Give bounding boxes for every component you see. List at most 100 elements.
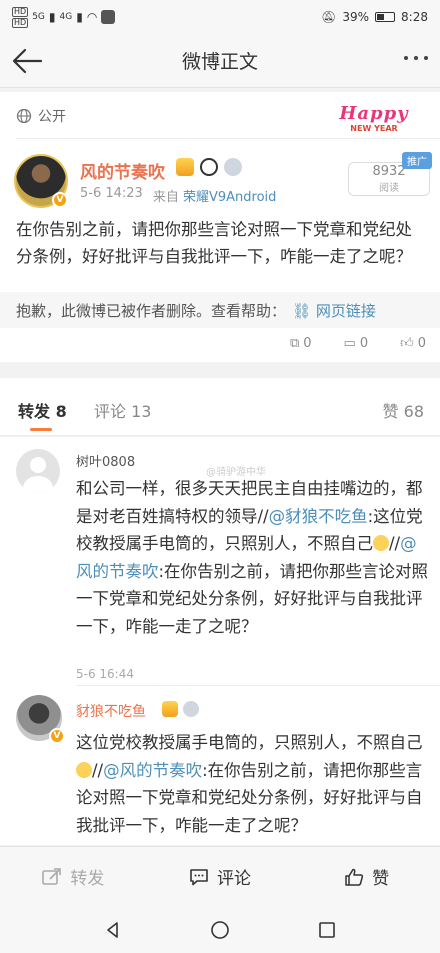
system-navigation-bar	[0, 906, 440, 953]
dot-icon	[404, 56, 408, 60]
mini-comment-count: 0	[359, 336, 369, 351]
thumbs-up-icon	[345, 868, 364, 886]
globe-icon	[16, 108, 32, 124]
panda-badge-icon[interactable]	[200, 158, 218, 176]
original-post-actions: ⧉ 0 ▭ 0 👍︎ 0	[290, 336, 426, 351]
emoji-icon	[76, 761, 92, 778]
nav-home-icon[interactable]	[210, 920, 230, 940]
page-title: 微博正文	[181, 51, 258, 73]
status-bar: HD HD 5G ▮ 4G ▮ ◠ 🔕︎ 39% 8:28	[0, 0, 440, 34]
deleted-notice: 抱歉，此微博已被作者删除。查看帮助： ⛓︎ 网页链接	[0, 292, 440, 328]
user-badges	[162, 701, 199, 717]
repost-text: 和公司一样，很多天天把民主自由挂嘴边的，都是对老百姓搞特权的领导//@豺狼不吃鱼…	[76, 475, 430, 640]
author-badges	[176, 158, 242, 176]
crown-badge-icon[interactable]	[162, 701, 178, 717]
deleted-notice-text: 抱歉，此微博已被作者删除。查看帮助：	[16, 301, 287, 320]
tab-repost[interactable]: 转发 8	[18, 398, 67, 422]
link-icon: ⛓︎	[292, 301, 312, 320]
tab-comment[interactable]: 评论 13	[94, 398, 151, 422]
signal-icon: ▮	[48, 10, 56, 24]
comment-button-label: 评论	[217, 869, 251, 889]
post-meta: 5-6 14:23 来自 荣耀V9Android	[80, 186, 276, 205]
mention-link[interactable]: @豺狼不吃鱼	[269, 507, 368, 526]
interaction-tabs: 转发 8 评论 13 赞 68	[0, 378, 440, 436]
comment-button[interactable]: 评论	[147, 847, 294, 906]
visibility-label: 公开	[38, 109, 66, 125]
carrier-tags: HD HD	[12, 6, 29, 28]
mini-repost-count: 0	[303, 336, 312, 351]
back-arrow-icon	[12, 48, 43, 74]
mini-comment[interactable]: ▭ 0	[344, 336, 369, 351]
repost-list: 树叶0808 @骑驴游中华 和公司一样，很多天天把民主自由挂嘴边的，都是对老百姓…	[0, 437, 440, 845]
repost-user-name[interactable]: 树叶0808	[76, 451, 135, 470]
nav-recents-icon[interactable]	[317, 920, 337, 940]
emoji-icon	[373, 535, 389, 551]
bottom-action-bar: 转发 评论 赞	[0, 846, 440, 906]
happy-new-year-banner: Happy NEW YEAR	[339, 98, 409, 138]
signal-icon-2: ▮	[76, 10, 83, 24]
repost-icon	[42, 867, 62, 885]
dot-icon	[414, 56, 418, 60]
app-notification-icon	[101, 10, 116, 24]
medal-badge-icon[interactable]	[183, 701, 199, 717]
promote-button[interactable]: 推广	[402, 152, 432, 169]
tab-like[interactable]: 赞 68	[383, 398, 424, 422]
repost-icon: ⧉	[289, 336, 300, 351]
mention-link[interactable]: @风的节奏吹	[103, 761, 202, 780]
status-left: HD HD 5G ▮ 4G ▮ ◠	[12, 6, 116, 28]
read-label: 阅读	[379, 183, 399, 194]
author-avatar[interactable]: V	[14, 154, 68, 208]
read-count: 8932	[372, 164, 406, 179]
visibility-row: 公开	[16, 106, 66, 126]
repost-text-part: 这位党校教授属手电筒的，只照别人，不照自己	[76, 733, 423, 752]
post-date: 5-6 14:23	[80, 186, 143, 201]
help-link[interactable]: ⛓︎ 网页链接	[292, 300, 376, 321]
verified-badge-icon: V	[49, 728, 65, 744]
post-source[interactable]: 荣耀V9Android	[183, 190, 276, 205]
clock: 8:28	[401, 10, 428, 24]
banner-sub-text: NEW YEAR	[350, 124, 398, 133]
battery-icon	[375, 12, 396, 22]
medal-badge-icon[interactable]	[224, 158, 242, 176]
dot-icon	[424, 56, 428, 60]
mini-repost[interactable]: ⧉ 0	[290, 336, 312, 351]
verified-badge-icon: V	[52, 192, 68, 208]
comment-icon: ▭	[343, 336, 356, 351]
more-options-button[interactable]	[404, 56, 428, 60]
nav-back-icon[interactable]	[103, 920, 123, 940]
like-button-label: 赞	[372, 869, 390, 889]
wifi-icon: ◠	[86, 10, 98, 24]
divider	[76, 685, 440, 686]
author-name[interactable]: 风的节奏吹	[80, 158, 165, 183]
like-button[interactable]: 赞	[293, 847, 440, 906]
help-link-label: 网页链接	[315, 301, 376, 320]
active-tab-indicator	[30, 428, 52, 431]
banner-main-text: Happy	[339, 103, 409, 124]
repost-user-name[interactable]: 豺狼不吃鱼	[76, 701, 146, 721]
from-label: 来自	[152, 190, 179, 205]
user-avatar[interactable]	[16, 449, 60, 493]
carrier-tag-1: HD	[12, 6, 29, 17]
battery-percent: 39%	[342, 10, 370, 24]
status-right: 🔕︎ 39% 8:28	[321, 10, 428, 24]
repost-button[interactable]: 转发	[0, 847, 147, 906]
mini-like-count: 0	[417, 336, 426, 351]
repost-time: 5-6 16:44	[76, 667, 134, 681]
mini-like[interactable]: 👍︎ 0	[400, 336, 426, 351]
back-button[interactable]	[10, 46, 44, 76]
carrier-tag-2: HD	[12, 17, 29, 28]
user-avatar[interactable]: V	[16, 695, 65, 744]
mute-icon: 🔕︎	[321, 10, 337, 24]
top-navigation-bar: 微博正文	[0, 34, 440, 88]
comment-icon	[190, 868, 208, 885]
post-text: 在你告别之前，请把你那些言论对照一下党章和党纪处分条例，好好批评与自我批评一下，…	[16, 220, 412, 266]
repost-button-label: 转发	[70, 869, 105, 889]
crown-badge-icon[interactable]	[176, 158, 194, 176]
network-2-label: 4G	[59, 12, 73, 22]
repost-text-part: //	[389, 534, 401, 553]
repost-text-part: //	[92, 760, 104, 780]
repost-text: 这位党校教授属手电筒的，只照别人，不照自己//@风的节奏吹:在你告别之前，请把你…	[76, 729, 430, 839]
thumbs-up-icon: 👍︎	[400, 336, 414, 351]
network-1-label: 5G	[32, 12, 45, 22]
divider	[16, 138, 440, 139]
